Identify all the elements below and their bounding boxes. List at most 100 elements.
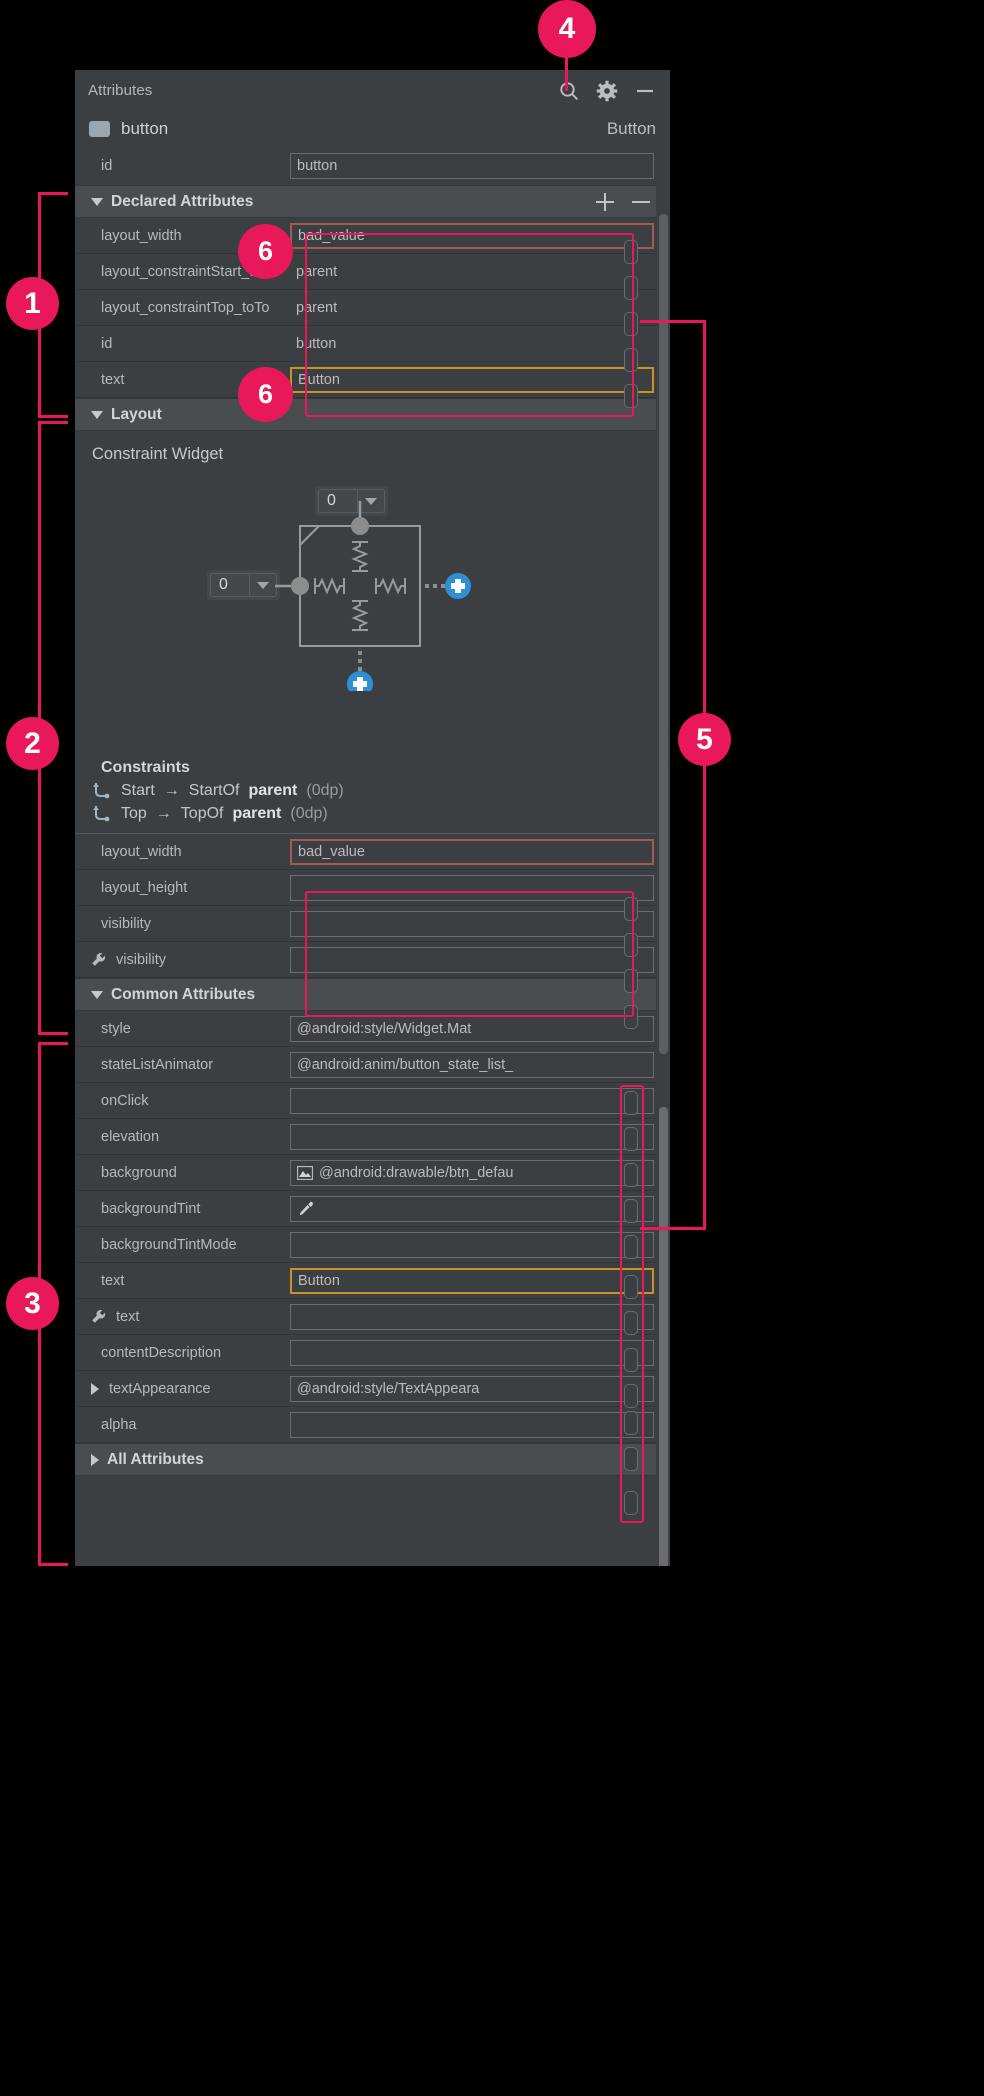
alpha-input[interactable] xyxy=(290,1411,654,1438)
left-margin-value[interactable]: 0 xyxy=(210,573,249,597)
list-item[interactable]: Top → TopOf parent (0dp) xyxy=(75,802,670,825)
constraints-list: Constraints Start → StartOf parent (0dp) xyxy=(75,753,670,833)
attribute-label: stateListAnimator xyxy=(101,1056,214,1073)
remove-attribute-button[interactable] xyxy=(632,193,650,211)
attribute-label-text: visibility xyxy=(116,951,166,968)
constraint-widget-title: Constraint Widget xyxy=(92,445,224,463)
attribute-field[interactable]: @android:anim/button_state_list_ xyxy=(290,1051,654,1078)
attribute-label: text xyxy=(101,1272,125,1289)
annotation-bracket-1-top xyxy=(38,192,68,195)
attribute-label: textAppearance xyxy=(75,1381,290,1397)
table-row: contentDescription xyxy=(75,1335,670,1371)
wrench-icon xyxy=(91,1309,106,1324)
left-margin-dropdown[interactable]: 0 xyxy=(207,570,280,600)
attribute-label: id xyxy=(101,335,113,352)
chevron-right-icon xyxy=(91,1453,99,1466)
table-row: textAppearance @android:style/TextAppear… xyxy=(75,1371,670,1407)
text-input[interactable]: Button xyxy=(290,1267,654,1294)
annotation-bracket-2-bottom xyxy=(38,1032,68,1035)
wrench-icon xyxy=(91,952,106,967)
elevation-input[interactable] xyxy=(290,1123,654,1150)
annotation-box-layout-values xyxy=(305,891,634,1017)
table-row: layout_width bad_value xyxy=(75,834,670,870)
backgroundtintmode-input[interactable] xyxy=(290,1231,654,1258)
panel-scrollbar-thumb-secondary[interactable] xyxy=(659,1107,668,1566)
attribute-label: backgroundTint xyxy=(101,1200,201,1217)
constraint-side: Top xyxy=(121,804,147,822)
layout-width-input[interactable]: bad_value xyxy=(290,838,654,865)
attribute-label: background xyxy=(101,1164,177,1181)
annotation-bracket-3-bottom xyxy=(38,1563,68,1566)
attribute-label: layout_constraintTop_toTo xyxy=(101,299,270,316)
list-item[interactable]: Start → StartOf parent (0dp) xyxy=(75,779,670,802)
section-header-declared-attributes[interactable]: Declared Attributes xyxy=(75,185,670,218)
attribute-field[interactable] xyxy=(290,1123,654,1150)
panel-header-actions xyxy=(558,80,662,102)
section-title: Declared Attributes xyxy=(111,192,254,210)
chevron-right-icon[interactable] xyxy=(91,1382,99,1395)
constraint-margin: (0dp) xyxy=(290,804,328,822)
contentdescription-input[interactable] xyxy=(290,1339,654,1366)
attribute-field[interactable]: Button xyxy=(290,1267,654,1294)
annotation-badge-3: 3 xyxy=(6,1277,59,1330)
annotation-bracket-2-top xyxy=(38,421,68,424)
attribute-field[interactable]: bad_value xyxy=(290,838,654,865)
annotation-badge-1: 1 xyxy=(6,277,59,330)
section-title: Common Attributes xyxy=(111,985,256,1003)
attribute-label-text: textAppearance xyxy=(109,1380,211,1397)
background-input[interactable]: @android:drawable/btn_defau xyxy=(290,1159,654,1186)
chevron-down-icon xyxy=(91,410,103,419)
style-input[interactable]: @android:style/Widget.Mat xyxy=(290,1015,654,1042)
constraint-widget-area: Constraint Widget 0 0 xyxy=(75,431,670,753)
minimize-icon[interactable] xyxy=(634,80,656,102)
search-icon[interactable] xyxy=(558,80,580,102)
textappearance-input[interactable]: @android:style/TextAppeara xyxy=(290,1375,654,1402)
add-right-constraint-icon xyxy=(445,573,471,599)
statelistanimator-input[interactable]: @android:anim/button_state_list_ xyxy=(290,1051,654,1078)
attribute-field[interactable] xyxy=(290,1231,654,1258)
section-header-all-attributes[interactable]: All Attributes xyxy=(75,1443,670,1476)
attribute-field[interactable]: @android:drawable/btn_defau xyxy=(290,1159,654,1186)
annotation-leader-5-top xyxy=(640,320,706,323)
table-row: alpha xyxy=(75,1407,670,1443)
constraint-side: Start xyxy=(121,781,155,799)
attribute-label: alpha xyxy=(101,1416,137,1433)
attribute-label: id xyxy=(101,158,113,174)
panel-scrollbar-thumb[interactable] xyxy=(659,214,668,1054)
attribute-field[interactable]: button xyxy=(290,153,654,179)
attribute-row-id: id button xyxy=(75,147,670,185)
panel-title: Attributes xyxy=(88,82,153,99)
attribute-label: layout_height xyxy=(101,879,188,896)
annotation-bracket-1-bottom xyxy=(38,415,68,418)
attribute-field[interactable] xyxy=(290,1195,654,1222)
attribute-field[interactable]: @android:style/Widget.Mat xyxy=(290,1015,654,1042)
gear-icon[interactable] xyxy=(596,80,618,102)
attribute-label-text: text xyxy=(116,1308,140,1325)
eyedropper-icon[interactable] xyxy=(297,1200,314,1217)
onclick-input[interactable] xyxy=(290,1087,654,1114)
add-bottom-constraint-icon xyxy=(347,671,373,691)
table-row: stateListAnimator @android:anim/button_s… xyxy=(75,1047,670,1083)
annotation-leader-4 xyxy=(565,55,568,91)
chevron-down-icon[interactable] xyxy=(249,573,277,597)
panel-scrollbar-track[interactable] xyxy=(656,152,670,1566)
constraint-target: parent xyxy=(248,781,298,799)
attribute-field[interactable] xyxy=(290,1411,654,1438)
attribute-field[interactable]: @android:style/TextAppeara xyxy=(290,1375,654,1402)
section-title: All Attributes xyxy=(107,1450,204,1468)
image-icon xyxy=(297,1165,313,1180)
attribute-field[interactable] xyxy=(290,1087,654,1114)
tools-text-input[interactable] xyxy=(290,1303,654,1330)
background-value: @android:drawable/btn_defau xyxy=(319,1164,514,1181)
attribute-field[interactable] xyxy=(290,1303,654,1330)
table-row: text xyxy=(75,1299,670,1335)
table-row: text Button xyxy=(75,1263,670,1299)
constraint-widget-diagram[interactable] xyxy=(275,501,535,691)
constraints-sublist-header[interactable]: Constraints xyxy=(75,757,670,779)
backgroundtint-input[interactable] xyxy=(290,1195,654,1222)
id-input[interactable]: button xyxy=(290,153,654,179)
add-attribute-button[interactable] xyxy=(596,192,614,211)
attribute-field[interactable] xyxy=(290,1339,654,1366)
constraint-link-icon xyxy=(93,806,110,822)
section-title: Layout xyxy=(111,405,162,423)
